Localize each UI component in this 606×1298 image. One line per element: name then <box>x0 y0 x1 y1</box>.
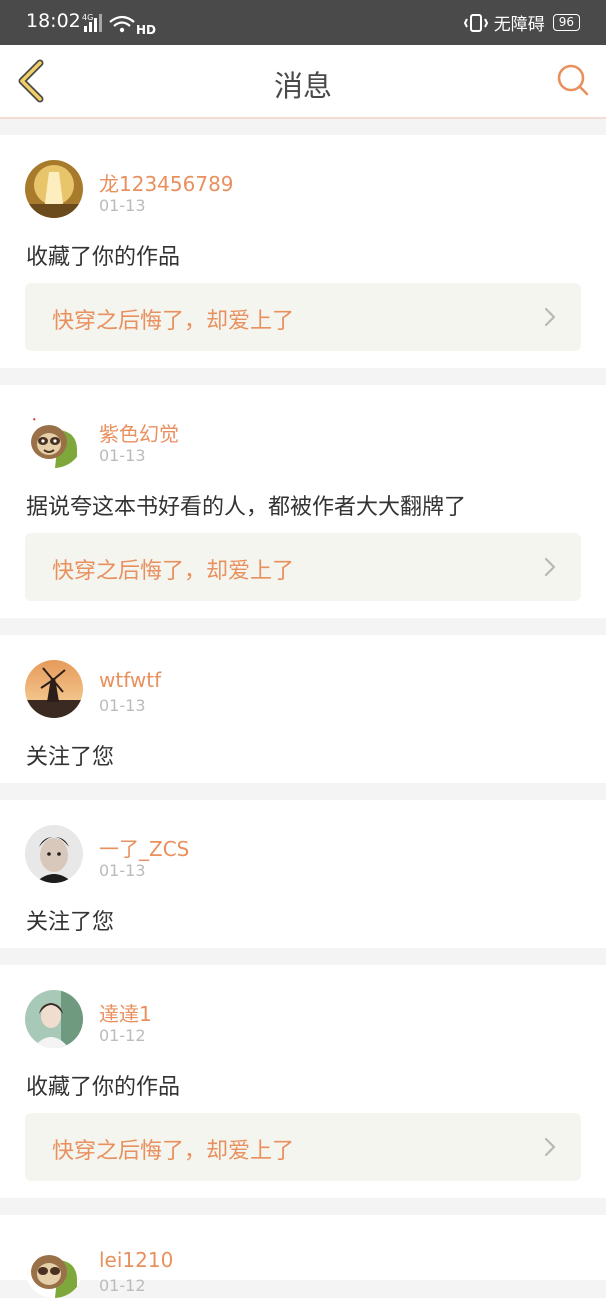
vibrate-icon <box>463 13 488 32</box>
accessibility-label: 无障碍 <box>493 15 545 35</box>
message-card: 一了_ZCS 01-13 关注了您 <box>0 800 606 948</box>
username[interactable]: 龙123456789 <box>99 168 234 197</box>
username[interactable]: 達達1 <box>99 998 152 1027</box>
chevron-right-icon <box>544 307 556 331</box>
message-card: 紫色幻觉 01-13 据说夸这本书好看的人，都被作者大大翻牌了 快穿之后悔了，却… <box>0 385 606 618</box>
status-time: 18:02 <box>26 10 81 32</box>
battery-level: 96 <box>552 14 580 31</box>
chevron-right-icon <box>544 1137 556 1161</box>
chevron-right-icon <box>544 557 556 581</box>
hd-badge: HD <box>136 23 156 36</box>
work-link[interactable]: 快穿之后悔了，却爱上了 <box>25 533 581 601</box>
avatar[interactable] <box>25 410 83 468</box>
network-type: 4G <box>82 13 93 22</box>
username[interactable]: lei1210 <box>99 1248 173 1272</box>
username[interactable]: 一了_ZCS <box>99 833 189 862</box>
status-right: 无障碍 96 <box>463 10 580 35</box>
work-title: 快穿之后悔了，却爱上了 <box>52 1139 295 1164</box>
search-icon[interactable] <box>556 63 590 101</box>
message-card: wtfwtf 01-13 关注了您 <box>0 635 606 783</box>
message-text: 收藏了你的作品 <box>26 1075 181 1100</box>
username[interactable]: 紫色幻觉 <box>99 418 179 447</box>
avatar[interactable] <box>25 825 83 883</box>
app-header: 消息 <box>0 45 606 119</box>
work-title: 快穿之后悔了，却爱上了 <box>52 559 295 584</box>
work-title: 快穿之后悔了，却爱上了 <box>52 309 295 334</box>
message-date: 01-13 <box>99 446 146 465</box>
message-text: 收藏了你的作品 <box>26 245 181 270</box>
username[interactable]: wtfwtf <box>99 668 161 692</box>
avatar[interactable] <box>25 990 83 1048</box>
message-text: 据说夸这本书好看的人，都被作者大大翻牌了 <box>26 495 467 520</box>
work-link[interactable]: 快穿之后悔了，却爱上了 <box>25 283 581 351</box>
message-date: 01-13 <box>99 196 146 215</box>
message-date: 01-12 <box>99 1026 146 1045</box>
work-link[interactable]: 快穿之后悔了，却爱上了 <box>25 1113 581 1181</box>
avatar[interactable] <box>25 160 83 218</box>
avatar[interactable] <box>25 660 83 718</box>
message-date: 01-13 <box>99 861 146 880</box>
message-date: 01-12 <box>99 1276 146 1295</box>
message-date: 01-13 <box>99 696 146 715</box>
message-text: 关注了您 <box>26 910 115 935</box>
signal-wifi-icons: 4G HD <box>82 12 162 40</box>
message-card: lei1210 01-12 <box>0 1215 606 1298</box>
message-card: 龙123456789 01-13 收藏了你的作品 快穿之后悔了，却爱上了 <box>0 135 606 368</box>
status-bar: 18:02 4G HD 无障碍 96 <box>0 0 606 45</box>
message-card: 達達1 01-12 收藏了你的作品 快穿之后悔了，却爱上了 <box>0 965 606 1198</box>
message-text: 关注了您 <box>26 745 115 770</box>
page-title: 消息 <box>273 69 332 103</box>
avatar[interactable] <box>25 1240 83 1298</box>
